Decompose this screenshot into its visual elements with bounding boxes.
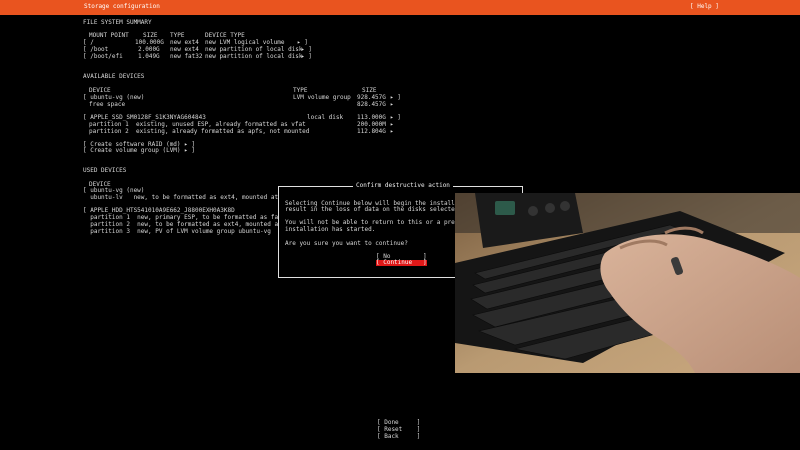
partition-size: 112.804G [357,128,386,135]
used-row-ubuntu-lv[interactable]: ubuntu-lv new, to be formatted as ext4, … [83,195,278,201]
partition-desc: partition 2 existing, already formatted … [89,128,310,135]
fs-size: 1.049G [138,53,160,60]
fs-type: new fat32 [170,53,203,60]
device-type: local disk [307,114,344,121]
row-arrow-icon: ▸ ] [301,53,312,60]
fs-summary-heading: FILE SYSTEM SUMMARY [83,19,152,26]
dialog-question: Are you sure you want to continue? [285,240,408,247]
back-button[interactable]: [ Back ] [377,434,420,440]
header-bar: Storage configuration [ Help ] [0,0,800,15]
device-name: free space [89,101,126,108]
page-title: Storage configuration [84,3,160,10]
device-type: LVM volume group [293,94,351,101]
mount-point: [ /boot/efi [83,53,123,60]
row-arrow-icon: ▸ [390,101,394,108]
col-mount-point: MOUNT POINT [89,32,129,39]
dialog-message-line: installation has started. [285,226,376,233]
keyboard-hand-photo [455,193,800,373]
dialog-message-line: result in the loss of data on the disks … [285,206,470,213]
used-row-partition-3[interactable]: partition 3 new, PV of LVM volume group … [83,229,271,235]
fs-device-type: new partition of local disk [205,53,303,60]
device-size: 828.457G [357,101,386,108]
dialog-title: Confirm destructive action [353,183,453,189]
used-devices-heading: USED DEVICES [83,167,127,174]
keyboard-photo-illustration [455,193,800,373]
continue-button[interactable]: [ Continue ] [376,260,427,266]
create-volume-group-button[interactable]: [ Create volume group (LVM) ▸ ] [83,148,195,154]
available-devices-heading: AVAILABLE DEVICES [83,73,145,80]
row-arrow-icon: ▸ [390,128,394,135]
help-button[interactable]: [ Help ] [690,4,719,10]
